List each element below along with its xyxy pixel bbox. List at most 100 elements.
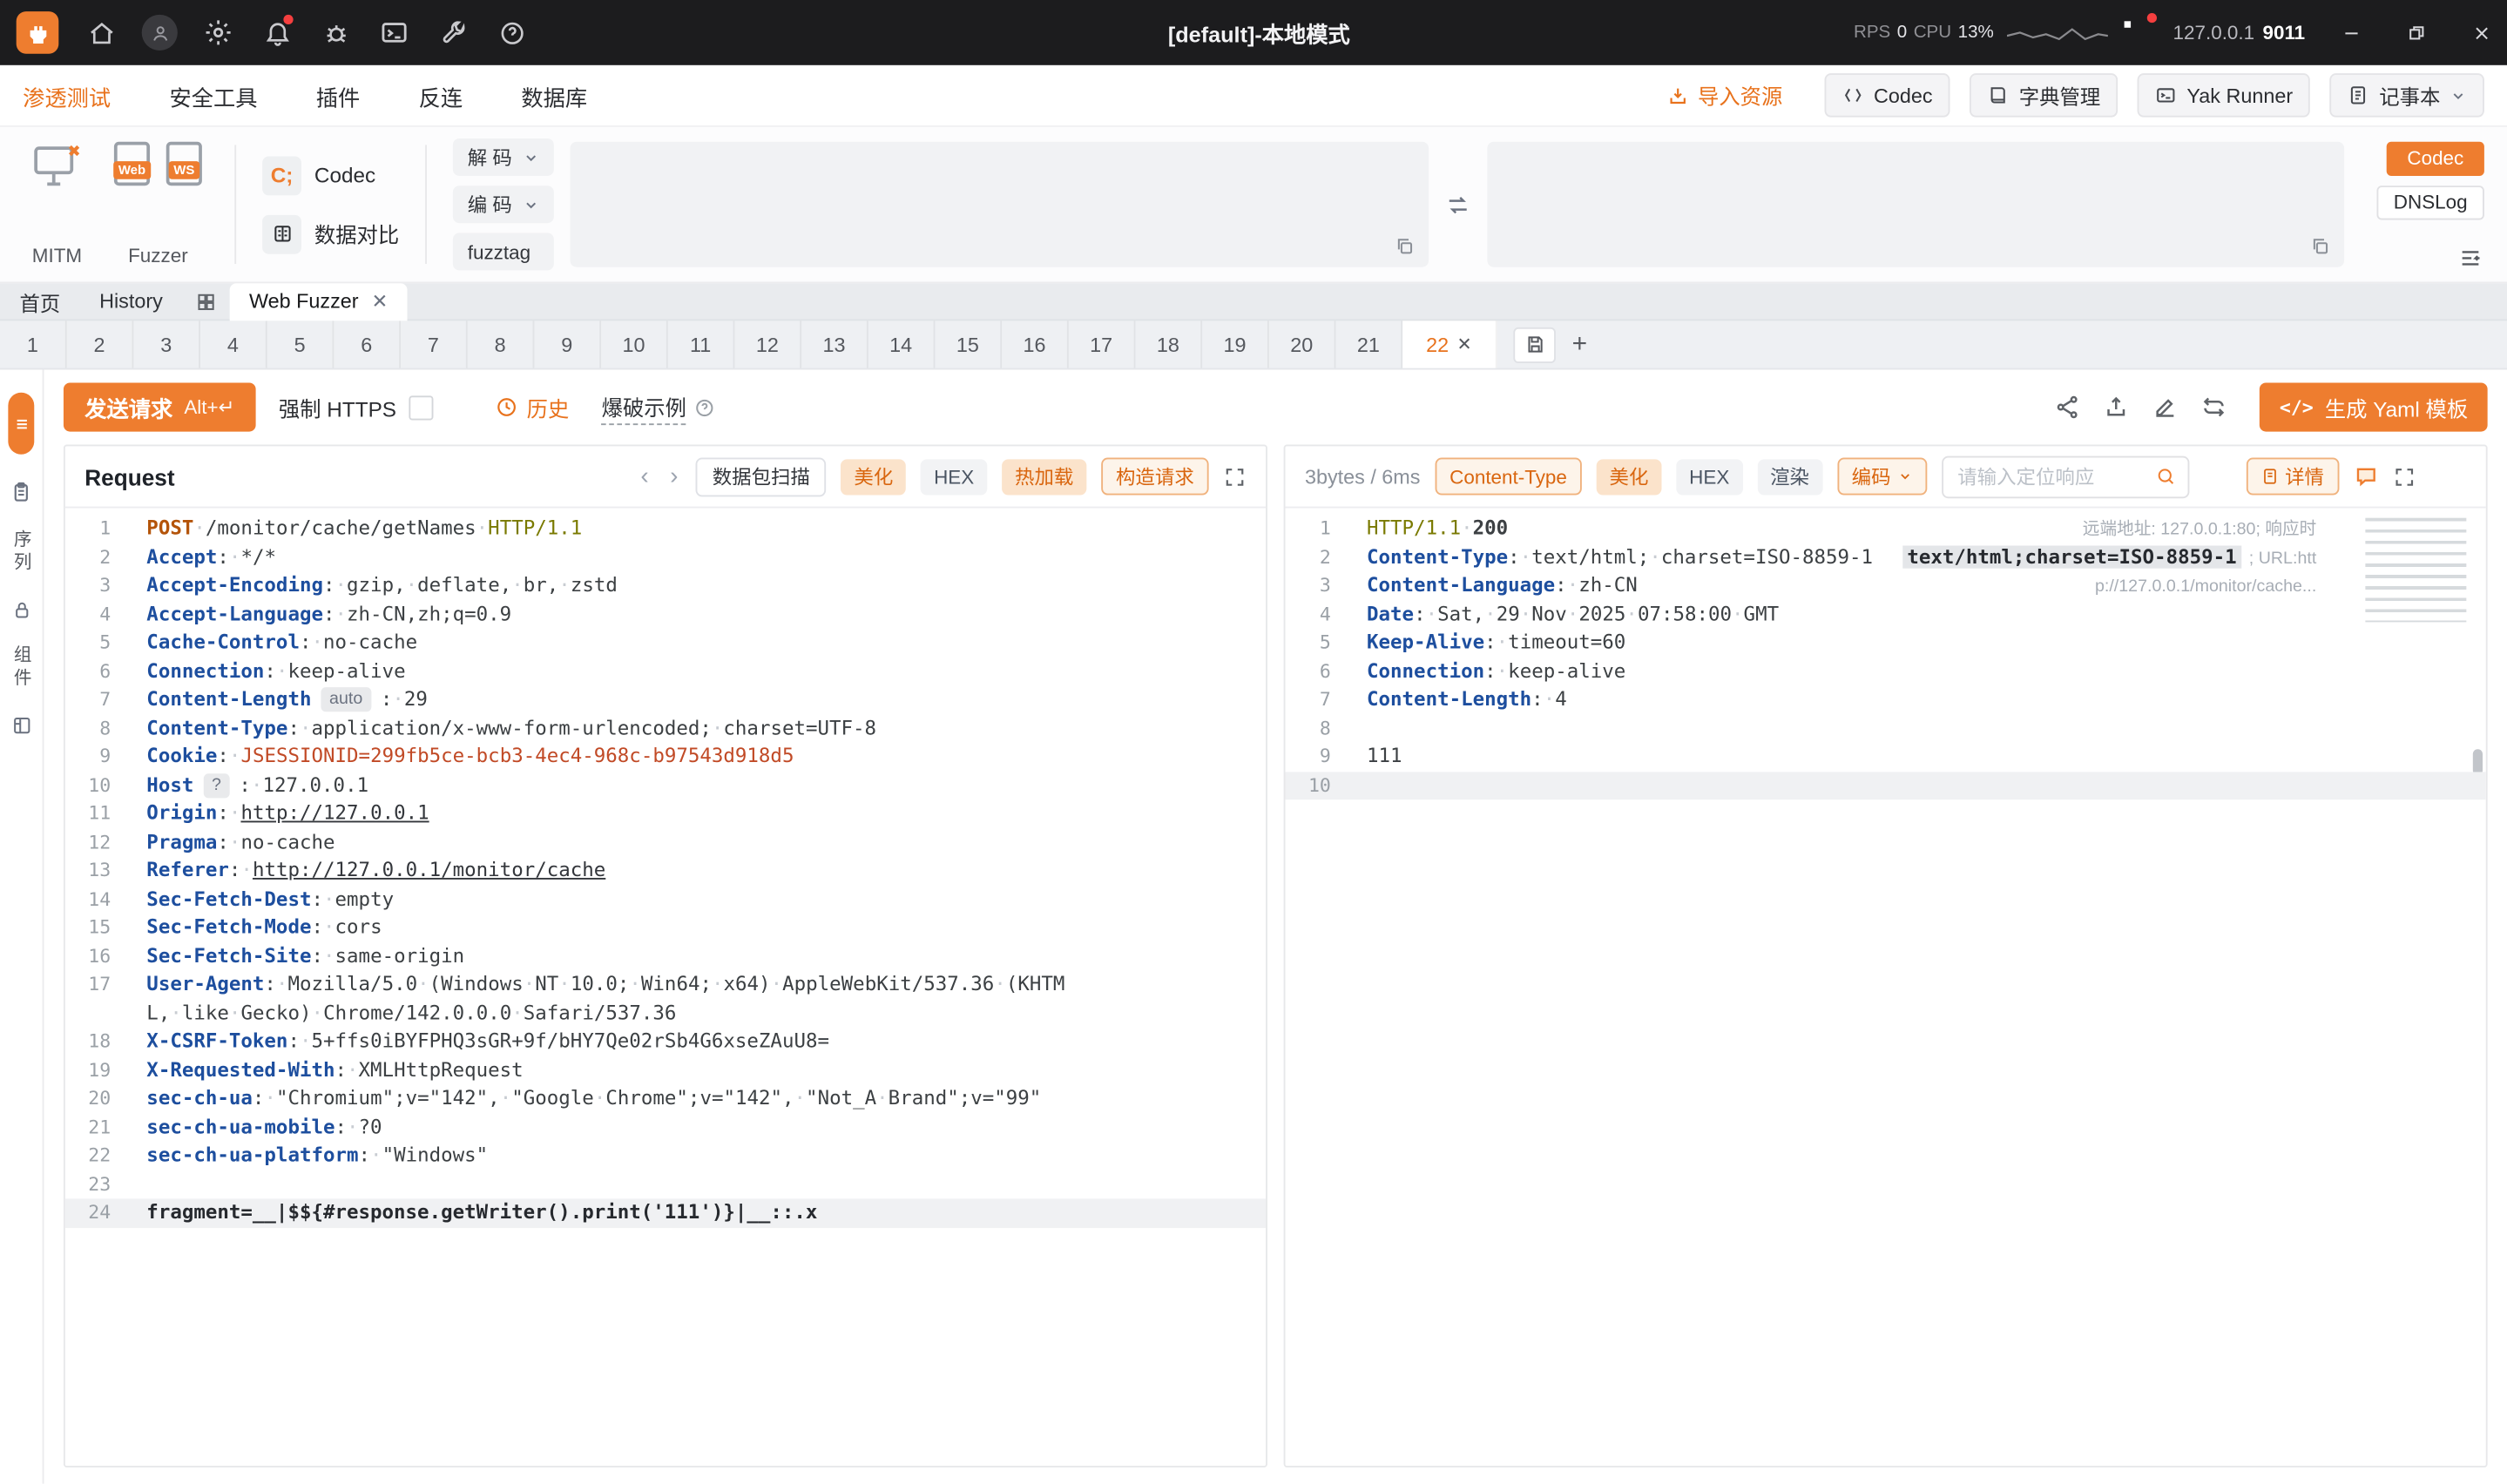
fuzzer-tab[interactable]: 15 <box>935 320 1003 368</box>
content-type-filter-tag[interactable]: Content-Type <box>1435 457 1582 496</box>
fuzzer-tab[interactable]: 7 <box>401 320 468 368</box>
fuzzer-tool[interactable]: Web WS Fuzzer <box>107 138 208 270</box>
help-circle-icon[interactable] <box>483 0 541 65</box>
editor-line[interactable]: 13 Referer:·http://127.0.0.1/monitor/cach… <box>65 857 1266 886</box>
editor-line[interactable]: 14 Sec-Fetch-Dest:·empty <box>65 885 1266 914</box>
detail-button[interactable]: 详情 <box>2246 457 2339 496</box>
generate-yaml-button[interactable]: </> 生成 Yaml 模板 <box>2260 382 2488 432</box>
close-fuzzer-tab-icon[interactable]: ✕ <box>1457 334 1472 354</box>
prev-request-icon[interactable]: ‹ <box>638 462 652 490</box>
data-compare-shortcut[interactable]: 数据对比 <box>262 213 399 253</box>
mitm-tool[interactable]: MITM <box>23 138 91 270</box>
editor-line[interactable]: 4 Accept-Language:·zh-CN,zh;q=0.9 <box>65 600 1266 629</box>
minimize-button[interactable] <box>2325 0 2377 65</box>
close-tab-icon[interactable]: ✕ <box>372 290 389 313</box>
editor-line[interactable]: 2 Accept:·*/* <box>65 543 1266 572</box>
editor-line[interactable]: 1 POST·/monitor/cache/getNames·HTTP/1.1 <box>65 515 1266 543</box>
hotload-button[interactable]: 热加载 <box>1002 458 1087 495</box>
notepad-button[interactable]: 记事本 <box>2330 73 2484 118</box>
user-avatar[interactable] <box>131 0 189 65</box>
menu-tab-plugins[interactable]: 插件 <box>316 79 360 111</box>
editor-line[interactable]: 3 Content-Language:·zh-CN p://127.0.0.1/mo… <box>1286 571 2486 600</box>
fuzzer-tab[interactable]: 5 <box>267 320 334 368</box>
editor-line[interactable]: 12 Pragma:·no-cache <box>65 828 1266 857</box>
editor-line[interactable]: 10 <box>1285 771 2486 800</box>
fuzzer-tab[interactable]: 20 <box>1269 320 1336 368</box>
encode-dropdown[interactable]: 编 码 <box>452 186 554 224</box>
editor-line[interactable]: 5 Cache-Control:·no-cache <box>65 629 1266 658</box>
fullscreen-icon[interactable] <box>2393 465 2416 488</box>
next-request-icon[interactable]: › <box>666 462 681 490</box>
edit-icon[interactable] <box>2152 395 2179 421</box>
fuzzer-tab[interactable]: 19 <box>1202 320 1269 368</box>
force-https-checkbox[interactable] <box>409 395 435 420</box>
editor-line[interactable]: 8 Content-Type:·application/x-www-form-ur… <box>65 714 1266 743</box>
editor-line[interactable]: 22 sec-ch-ua-platform:·"Windows" <box>65 1142 1266 1170</box>
close-button[interactable] <box>2455 0 2507 65</box>
yak-runner-button[interactable]: Yak Runner <box>2138 73 2311 118</box>
settings-gear-icon[interactable] <box>189 0 247 65</box>
export-icon[interactable] <box>2104 395 2130 421</box>
fuzzer-tab[interactable]: 13 <box>801 320 868 368</box>
dnslog-button[interactable]: DNSLog <box>2376 185 2484 220</box>
import-resource-button[interactable]: 导入资源 <box>1667 80 1782 111</box>
rail-active-config-tab[interactable] <box>8 392 35 455</box>
fullscreen-icon[interactable] <box>1223 465 1246 488</box>
editor-line[interactable]: 20 sec-ch-ua:·"Chromium";v="142",·"Google… <box>65 1084 1266 1113</box>
editor-line[interactable]: 10 Host?:·127.0.0.1 <box>65 771 1266 799</box>
open-in-browser-icon[interactable] <box>2204 462 2232 490</box>
editor-line[interactable]: 7 Content-Length auto:·29 <box>65 685 1266 714</box>
fuzzer-tab[interactable]: 12 <box>734 320 802 368</box>
copy-icon[interactable] <box>2310 236 2331 257</box>
search-icon[interactable] <box>2154 466 2175 487</box>
send-request-button[interactable]: 发送请求 Alt+↵ <box>63 382 256 432</box>
editor-line[interactable]: 9 Cookie:·JSESSIONID=299fb5ce-bcb3-4ec4-9… <box>65 743 1266 772</box>
menu-tab-sectools[interactable]: 安全工具 <box>169 79 257 111</box>
editor-line[interactable]: 19 X-Requested-With:·XMLHttpRequest <box>65 1056 1266 1085</box>
response-search-input[interactable] <box>1943 456 2187 496</box>
decode-dropdown[interactable]: 解 码 <box>452 138 554 176</box>
tab-list-grid-icon[interactable] <box>182 291 229 312</box>
lock-icon[interactable] <box>10 599 31 620</box>
save-fuzzer-tab-button[interactable] <box>1513 326 1556 363</box>
fuzzer-tab[interactable]: 6 <box>334 320 402 368</box>
editor-line[interactable]: 1 HTTP/1.1·200 远端地址: 127.0.0.1:80; 响应时 <box>1286 515 2486 543</box>
editor-line[interactable]: 6 Connection:·keep-alive <box>65 658 1266 686</box>
fuzzer-tab[interactable]: 1 <box>0 320 67 368</box>
fuzzer-tab[interactable]: 14 <box>868 320 936 368</box>
editor-line[interactable]: 15 Sec-Fetch-Mode:·cors <box>65 914 1266 942</box>
editor-line[interactable]: 6 Connection:·keep-alive <box>1286 658 2486 686</box>
fuzzer-tab[interactable]: 18 <box>1135 320 1203 368</box>
layout-grid-icon[interactable] <box>10 715 31 736</box>
construct-request-button[interactable]: 构造请求 <box>1101 457 1209 496</box>
fuzzer-tab[interactable]: 17 <box>1069 320 1136 368</box>
swap-io-icon[interactable] <box>1444 138 1470 270</box>
editor-line[interactable]: 21 sec-ch-ua-mobile:·?0 <box>65 1113 1266 1142</box>
editor-line[interactable]: 8 <box>1286 714 2486 743</box>
encode-dropdown[interactable]: 编码 <box>1836 457 1927 496</box>
rail-sequence-label[interactable]: 序列 <box>8 530 34 575</box>
fuzzer-tab[interactable]: 8 <box>468 320 535 368</box>
engine-address[interactable]: 127.0.0.1 9011 <box>2173 21 2306 44</box>
packet-scan-button[interactable]: 数据包扫描 <box>696 456 827 496</box>
tab-home[interactable]: 首页 <box>0 286 80 317</box>
fuzzer-tab[interactable]: 11 <box>668 320 735 368</box>
response-search-box[interactable] <box>1941 455 2189 498</box>
notifications-bell-icon[interactable] <box>247 0 306 65</box>
codec-shortcut[interactable]: C; Codec <box>262 155 399 195</box>
rail-components-label[interactable]: 组件 <box>8 645 34 691</box>
editor-line[interactable]: 5 Keep-Alive:·timeout=60 <box>1286 629 2486 658</box>
restore-button[interactable] <box>2389 0 2442 65</box>
menu-tab-reverse[interactable]: 反连 <box>419 79 463 111</box>
menu-tab-database[interactable]: 数据库 <box>521 79 587 111</box>
editor-line[interactable]: 7 Content-Length:·4 <box>1286 685 2486 714</box>
codec-tool-button[interactable]: Codec <box>1824 73 1951 118</box>
render-button[interactable]: 渲染 <box>1757 458 1822 495</box>
editor-line[interactable]: 17 User-Agent:·Mozilla/5.0·(Windows·NT·10… <box>65 971 1266 1028</box>
fuzzer-tab-active[interactable]: 22 ✕ <box>1402 320 1497 368</box>
request-editor[interactable]: 1 POST·/monitor/cache/getNames·HTTP/1.1 2 A… <box>64 508 1267 1466</box>
fuzzer-tab[interactable]: 21 <box>1335 320 1403 368</box>
collapse-toolbar-icon[interactable] <box>2456 246 2484 270</box>
editor-line[interactable]: 16 Sec-Fetch-Site:·same-origin <box>65 942 1266 971</box>
dictionary-manager-button[interactable]: 字典管理 <box>1970 73 2118 118</box>
